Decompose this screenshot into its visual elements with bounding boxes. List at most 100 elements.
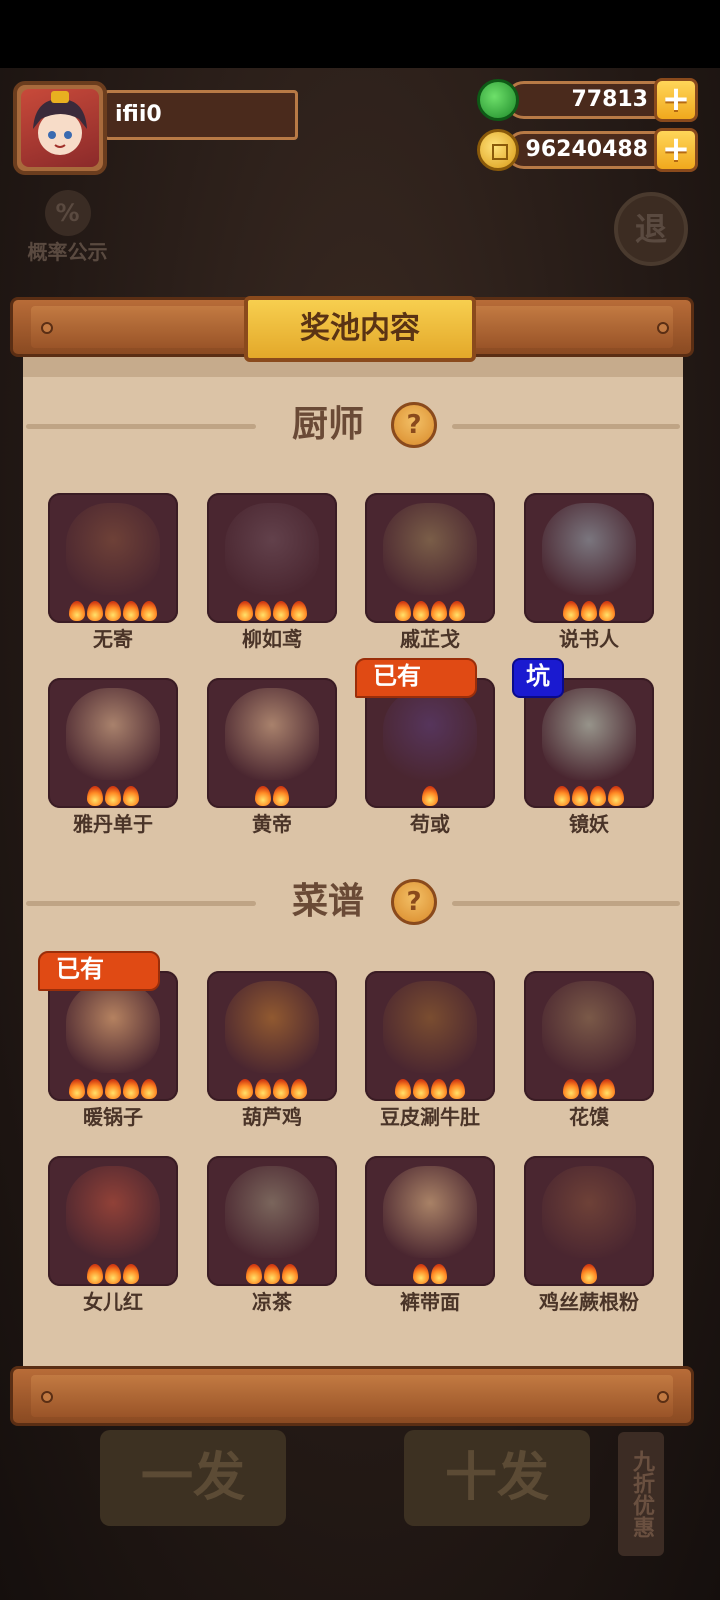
flame-icon [449,601,465,621]
chef-card[interactable] [48,493,178,623]
card-name: 花馍 [569,1105,609,1129]
card-name: 豆皮涮牛肚 [380,1105,480,1129]
flame-icon [599,1079,615,1099]
flame-icon [395,1079,411,1099]
card-name: 无寄 [93,627,133,651]
flame-icon [87,1264,103,1284]
section-chefs-header: 厨师 ? [0,400,720,450]
recipe-card[interactable] [48,1156,178,1286]
card-name: 雅丹单于 [73,812,153,836]
chef-portrait-icon [383,688,477,780]
recipes-help-icon[interactable]: ? [391,879,437,925]
flame-icon [413,1264,429,1284]
chef-card[interactable] [524,493,654,623]
flame-icon [563,601,579,621]
chef-portrait-icon [66,688,160,780]
card-name: 葫芦鸡 [242,1105,302,1129]
chef-portrait-icon [542,503,636,595]
single-draw-button[interactable]: 一发 [100,1430,286,1526]
coin-icon [477,129,519,171]
flame-icon [69,1079,85,1099]
flame-icon [431,601,447,621]
flame-icon [123,1264,139,1284]
flame-icon [431,1264,447,1284]
section-recipes-title: 菜谱 [292,881,365,922]
ten-draw-button[interactable]: 十发 [404,1430,590,1526]
flame-icon [105,1079,121,1099]
rarity-flames [207,1079,337,1099]
flame-icon [581,601,597,621]
jade-icon [477,79,519,121]
card-name: 黄帝 [252,812,292,836]
flame-icon [237,1079,253,1099]
pit-badge: 坑 [512,658,564,698]
flame-icon [413,601,429,621]
flame-icon [141,601,157,621]
flame-icon [581,1264,597,1284]
avatar-portrait-icon [21,89,99,167]
flame-icon [395,601,411,621]
flame-icon [105,786,121,806]
recipe-card[interactable] [207,971,337,1101]
dish-icon [225,1166,319,1258]
flame-icon [69,601,85,621]
dish-icon [225,981,319,1073]
flame-icon [422,786,438,806]
chef-portrait-icon [225,688,319,780]
add-jade-button[interactable]: + [654,78,698,122]
rarity-flames [48,601,178,621]
rarity-flames [48,1264,178,1284]
player-name: ifii0 [104,90,298,140]
flame-icon [449,1079,465,1099]
recipe-card[interactable] [365,971,495,1101]
rarity-flames [365,1079,495,1099]
chef-card[interactable] [48,678,178,808]
card-name: 戚芷戈 [400,627,460,651]
chef-card[interactable] [207,493,337,623]
flame-icon [264,1264,280,1284]
flame-icon [431,1079,447,1099]
dish-icon [383,981,477,1073]
flame-icon [141,1079,157,1099]
chef-portrait-icon [66,503,160,595]
flame-icon [255,786,271,806]
status-bar-area [0,0,720,68]
card-name: 镜妖 [569,812,609,836]
recipe-card[interactable] [524,1156,654,1286]
coin-balance: 96240488 [505,131,673,169]
add-coin-button[interactable]: + [654,128,698,172]
flame-icon [291,1079,307,1099]
rarity-flames [207,1264,337,1284]
flame-icon [87,786,103,806]
flame-icon [255,601,271,621]
percent-icon: % [44,190,91,236]
chef-card[interactable] [207,678,337,808]
chef-card[interactable] [365,493,495,623]
recipe-card[interactable] [524,971,654,1101]
rarity-flames [524,601,654,621]
flame-icon [273,1079,289,1099]
rarity-flames [524,1264,654,1284]
chefs-help-icon[interactable]: ? [391,402,437,448]
exit-button[interactable]: 退 [614,192,688,266]
recipe-card[interactable] [365,1156,495,1286]
probability-button[interactable]: % 概率公示 [20,190,115,270]
dish-icon [66,981,160,1073]
chef-portrait-icon [542,688,636,780]
flame-icon [87,1079,103,1099]
card-name: 柳如鸢 [242,627,302,651]
flame-icon [246,1264,262,1284]
card-name: 说书人 [559,627,619,651]
dish-icon [66,1166,160,1258]
rarity-flames [524,1079,654,1099]
section-recipes-header: 菜谱 ? [0,877,720,927]
discount-tag: 九折优惠 [618,1432,664,1556]
avatar[interactable] [13,81,107,175]
flame-icon [554,786,570,806]
flame-icon [413,1079,429,1099]
recipe-card[interactable] [207,1156,337,1286]
rarity-flames [207,601,337,621]
card-name: 裤带面 [400,1290,460,1314]
rarity-flames [207,786,337,806]
rarity-flames [365,786,495,806]
